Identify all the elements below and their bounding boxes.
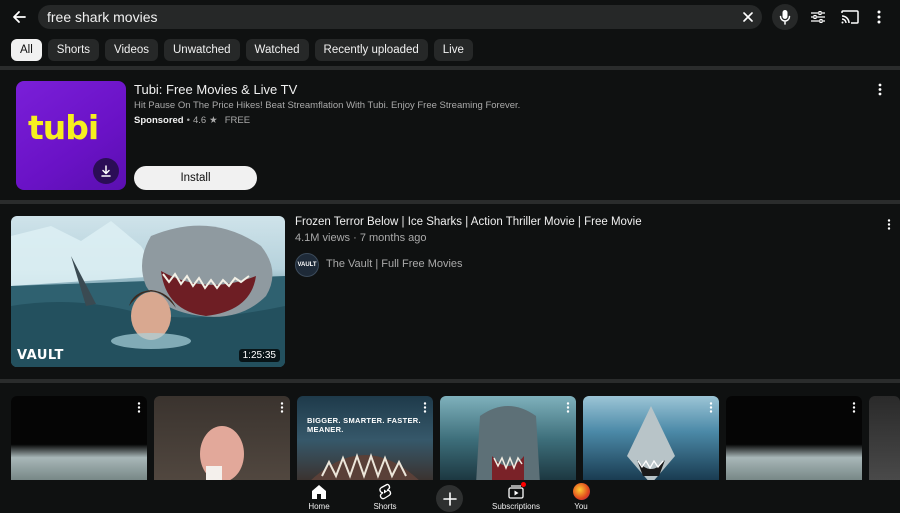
clear-search-button[interactable] xyxy=(737,6,759,28)
more-vert-icon xyxy=(887,218,891,230)
filter-sliders-icon xyxy=(811,11,825,23)
cast-icon xyxy=(841,10,859,24)
more-vert-icon xyxy=(852,401,856,413)
chip-all[interactable]: All xyxy=(11,39,42,61)
ad-meta: Sponsored • 4.6 ★ FREE xyxy=(134,115,250,126)
ad-title[interactable]: Tubi: Free Movies & Live TV xyxy=(134,82,297,97)
nav-you[interactable]: You xyxy=(541,482,621,511)
close-icon xyxy=(743,12,753,22)
back-button[interactable] xyxy=(8,6,30,28)
shark-scene-image xyxy=(11,221,285,367)
video-meta: 4.1M views · 7 months ago xyxy=(295,232,426,244)
meta-separator: · xyxy=(353,232,360,244)
person-thumbnail-image xyxy=(200,426,244,484)
youtube-app: free shark movies All Shorts Videos Unwa… xyxy=(0,0,900,513)
ad-menu-button[interactable] xyxy=(874,80,886,98)
short-card[interactable] xyxy=(869,396,900,484)
ad-description: Hit Pause On The Price Hikes! Beat Strea… xyxy=(134,100,521,111)
short-card[interactable] xyxy=(11,396,147,484)
nav-you-label: You xyxy=(574,502,588,511)
short-card[interactable] xyxy=(440,396,576,484)
short-caption: BIGGER. SMARTER. FASTER. MEANER. xyxy=(307,416,421,434)
channel-watermark: VAULT xyxy=(17,348,64,363)
view-count: 4.1M views xyxy=(295,232,351,244)
more-vert-icon xyxy=(878,83,882,95)
more-vert-icon xyxy=(137,401,141,413)
more-options-button[interactable] xyxy=(869,6,889,28)
shark-image xyxy=(627,406,675,484)
chip-watched[interactable]: Watched xyxy=(245,39,309,61)
chip-unwatched[interactable]: Unwatched xyxy=(164,39,240,61)
chip-shorts[interactable]: Shorts xyxy=(47,39,100,61)
avatar xyxy=(572,482,590,500)
search-query[interactable]: free shark movies xyxy=(47,9,737,25)
short-menu-button[interactable] xyxy=(705,398,717,416)
video-thumbnail[interactable]: VAULT 1:25:35 xyxy=(11,216,285,367)
voice-search-button[interactable] xyxy=(772,4,798,30)
nav-shorts-label: Shorts xyxy=(373,502,397,511)
short-menu-button[interactable] xyxy=(562,398,574,416)
divider xyxy=(0,200,900,204)
divider xyxy=(0,66,900,70)
video-title[interactable]: Frozen Terror Below | Ice Sharks | Actio… xyxy=(295,216,642,228)
tubi-logo: tubi xyxy=(28,108,99,147)
channel-avatar[interactable]: VAULT xyxy=(295,253,319,277)
top-bar: free shark movies xyxy=(0,0,900,34)
microphone-icon xyxy=(779,10,791,25)
channel-name[interactable]: The Vault | Full Free Movies xyxy=(326,258,463,270)
notification-dot xyxy=(521,482,526,487)
more-vert-icon xyxy=(877,10,881,24)
ad-app-icon[interactable]: tubi xyxy=(16,81,126,190)
shorts-icon xyxy=(379,483,392,499)
cast-button[interactable] xyxy=(839,6,861,28)
download-badge xyxy=(93,158,119,184)
shark-mouth-image xyxy=(307,452,423,484)
shark-image xyxy=(476,406,540,484)
short-card[interactable] xyxy=(726,396,862,484)
short-card[interactable] xyxy=(154,396,290,484)
search-input[interactable]: free shark movies xyxy=(38,5,762,29)
create-button[interactable] xyxy=(436,485,463,512)
search-filters-button[interactable] xyxy=(807,6,829,28)
star-icon: ★ xyxy=(209,115,218,126)
chip-videos[interactable]: Videos xyxy=(105,39,158,61)
bottom-navigation: Home Shorts Subscriptions You xyxy=(0,480,900,513)
filter-chips: All Shorts Videos Unwatched Watched Rece… xyxy=(11,39,473,61)
short-menu-button[interactable] xyxy=(133,398,145,416)
divider xyxy=(0,379,900,383)
more-vert-icon xyxy=(280,401,284,413)
nav-home-label: Home xyxy=(308,502,330,511)
short-card[interactable] xyxy=(583,396,719,484)
nav-subscriptions-label: Subscriptions xyxy=(491,502,541,511)
more-vert-icon xyxy=(423,401,427,413)
short-menu-button[interactable] xyxy=(276,398,288,416)
nav-shorts[interactable]: Shorts xyxy=(345,482,425,511)
sponsored-label: Sponsored xyxy=(134,115,184,126)
plus-icon xyxy=(442,491,457,506)
short-card[interactable]: BIGGER. SMARTER. FASTER. MEANER. xyxy=(297,396,433,484)
download-icon xyxy=(101,165,111,177)
duration-badge: 1:25:35 xyxy=(238,349,280,362)
upload-age: 7 months ago xyxy=(359,232,427,244)
ad-price: FREE xyxy=(224,115,251,126)
chip-recently-uploaded[interactable]: Recently uploaded xyxy=(314,39,428,61)
ad-rating: 4.6 xyxy=(192,115,207,126)
meta-separator: • xyxy=(186,115,190,126)
install-button[interactable]: Install xyxy=(134,166,257,190)
video-menu-button[interactable] xyxy=(883,215,895,233)
more-vert-icon xyxy=(566,401,570,413)
home-icon xyxy=(312,484,326,499)
short-menu-button[interactable] xyxy=(419,398,431,416)
chip-live[interactable]: Live xyxy=(433,39,473,61)
arrow-left-icon xyxy=(13,11,26,23)
short-menu-button[interactable] xyxy=(848,398,860,416)
more-vert-icon xyxy=(709,401,713,413)
